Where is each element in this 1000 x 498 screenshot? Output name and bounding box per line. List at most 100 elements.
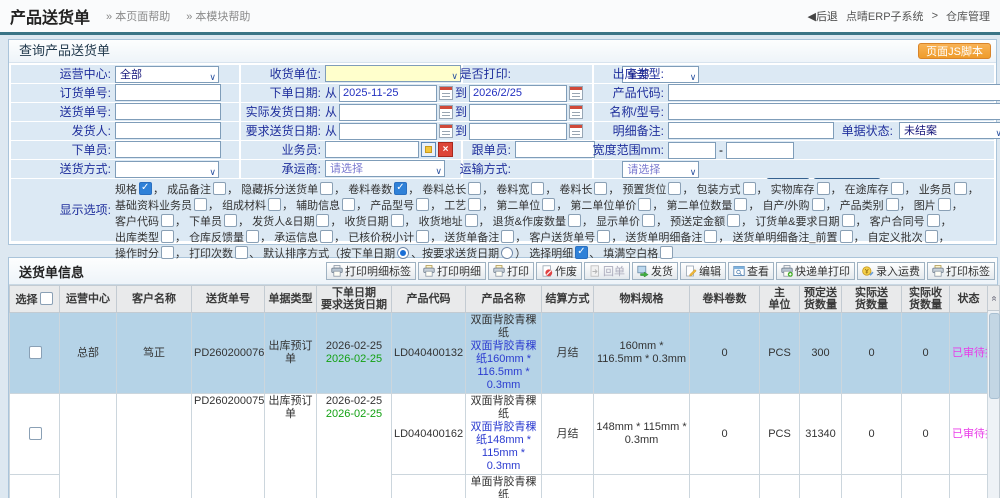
collapse-columns-control[interactable]: «	[988, 285, 1000, 311]
display-option-checkbox[interactable]	[316, 214, 329, 227]
display-option-checkbox[interactable]	[704, 230, 717, 243]
detail-note-input[interactable]	[668, 122, 834, 139]
display-option-checkbox[interactable]	[139, 182, 152, 195]
breadcrumb-module[interactable]: 仓库管理	[946, 8, 990, 24]
display-option-checkbox[interactable]	[568, 214, 581, 227]
order-clerk-input[interactable]	[115, 141, 221, 158]
display-option-checkbox[interactable]	[927, 214, 940, 227]
print-detail-label-button[interactable]: 打印明细标签	[326, 262, 416, 280]
row-checkbox[interactable]	[29, 427, 42, 440]
delivery-no-input[interactable]	[115, 103, 221, 120]
display-option-checkbox[interactable]	[246, 230, 259, 243]
display-option-checkbox[interactable]	[416, 230, 429, 243]
display-option-checkbox[interactable]	[342, 198, 355, 211]
display-option-checkbox[interactable]	[235, 246, 248, 259]
transport-select[interactable]: 请选择∨	[622, 161, 699, 178]
receipt-button[interactable]: 回单	[584, 262, 630, 280]
actual-ship-from-input[interactable]	[339, 104, 437, 121]
display-option-checkbox[interactable]	[213, 182, 226, 195]
ship-button[interactable]: 发货	[632, 262, 678, 280]
display-option-checkbox[interactable]	[938, 198, 951, 211]
display-option-checkbox[interactable]	[531, 182, 544, 195]
page-js-script-button[interactable]: 页面JS脚本	[918, 43, 991, 59]
carrier-select[interactable]: 请选择∨	[325, 160, 445, 177]
shipper-input[interactable]	[115, 122, 221, 139]
display-option-checkbox[interactable]	[642, 214, 655, 227]
table-row[interactable]: 总部 笃正 PD260200076 出库预订单 2026-02-252026-0…	[10, 313, 988, 394]
width-max-input[interactable]	[726, 142, 794, 159]
req-date-from-input[interactable]	[339, 123, 437, 140]
width-min-input[interactable]	[668, 142, 716, 159]
order-date-from-input[interactable]	[339, 85, 437, 102]
express-print-button[interactable]: 快递单打印	[776, 262, 855, 280]
receiver-select[interactable]: ∨	[325, 65, 461, 82]
scrollbar-thumb[interactable]	[989, 313, 1000, 399]
module-help-link[interactable]: » 本模块帮助	[186, 8, 250, 24]
row-checkbox[interactable]	[29, 346, 42, 359]
display-option-checkbox[interactable]	[668, 182, 681, 195]
enter-freight-button[interactable]: 录入运费	[857, 262, 925, 280]
fill-blank-checkbox[interactable]	[660, 246, 673, 259]
display-option-checkbox[interactable]	[727, 214, 740, 227]
select-all-checkbox[interactable]	[40, 292, 53, 305]
select-detail-checkbox[interactable]	[575, 246, 588, 259]
op-center-select[interactable]: 全部∨	[115, 66, 219, 83]
delivery-method-select[interactable]: ∨	[115, 161, 219, 178]
order-no-input[interactable]	[115, 84, 221, 101]
display-option-checkbox[interactable]	[840, 230, 853, 243]
product-spec-link[interactable]: 双面背胶青稞纸160mm * 116.5mm * 0.3mm	[468, 340, 539, 392]
product-spec-link[interactable]: 双面背胶青稞纸148mm * 115mm * 0.3mm	[468, 421, 539, 473]
display-option-checkbox[interactable]	[468, 182, 481, 195]
page-help-link[interactable]: » 本页面帮助	[106, 8, 170, 24]
display-option-checkbox[interactable]	[320, 182, 333, 195]
display-option-checkbox[interactable]	[743, 182, 756, 195]
product-code-input[interactable]	[668, 84, 1000, 101]
display-option-checkbox[interactable]	[161, 230, 174, 243]
sort-by-order-date-radio[interactable]	[397, 247, 409, 259]
display-option-checkbox[interactable]	[320, 230, 333, 243]
order-date-to-input[interactable]	[469, 85, 567, 102]
display-option-checkbox[interactable]	[842, 214, 855, 227]
display-option-checkbox[interactable]	[817, 182, 830, 195]
req-date-to-input[interactable]	[469, 123, 567, 140]
calendar-icon[interactable]	[439, 86, 453, 100]
void-button[interactable]: 作废	[536, 262, 582, 280]
table-row[interactable]: PD260200075 出库预订单 2026-02-252026-02-25 L…	[10, 394, 988, 475]
display-option-checkbox[interactable]	[465, 214, 478, 227]
display-option-checkbox[interactable]	[224, 214, 237, 227]
print-button[interactable]: 打印	[488, 262, 534, 280]
salesman-input[interactable]	[325, 141, 419, 158]
display-option-checkbox[interactable]	[542, 198, 555, 211]
display-option-checkbox[interactable]	[161, 214, 174, 227]
edit-button[interactable]: 编辑	[680, 262, 726, 280]
display-option-checkbox[interactable]	[925, 230, 938, 243]
back-button[interactable]: ◀后退	[807, 8, 837, 24]
calendar-icon[interactable]	[439, 105, 453, 119]
name-model-input[interactable]	[668, 103, 1000, 120]
display-option-checkbox[interactable]	[597, 230, 610, 243]
scrollbar-track[interactable]	[988, 311, 1000, 498]
display-option-checkbox[interactable]	[812, 198, 825, 211]
breadcrumb-system[interactable]: 点晴ERP子系统	[846, 8, 924, 24]
print-detail-button[interactable]: 打印明细	[418, 262, 486, 280]
view-button[interactable]: 查看	[728, 262, 774, 280]
display-option-checkbox[interactable]	[501, 230, 514, 243]
print-label-button[interactable]: 打印标签	[927, 262, 995, 280]
sort-by-req-date-radio[interactable]	[501, 247, 513, 259]
calendar-icon[interactable]	[439, 124, 453, 138]
display-option-checkbox[interactable]	[416, 198, 429, 211]
actual-ship-to-input[interactable]	[469, 104, 567, 121]
display-option-checkbox[interactable]	[391, 214, 404, 227]
display-option-checkbox[interactable]	[891, 182, 904, 195]
lookup-icon[interactable]	[421, 142, 436, 157]
display-option-checkbox[interactable]	[268, 198, 281, 211]
display-option-checkbox[interactable]	[638, 198, 651, 211]
display-option-checkbox[interactable]	[594, 182, 607, 195]
display-option-checkbox[interactable]	[886, 198, 899, 211]
display-option-checkbox[interactable]	[394, 182, 407, 195]
display-option-checkbox[interactable]	[194, 198, 207, 211]
display-option-checkbox[interactable]	[468, 198, 481, 211]
display-option-checkbox[interactable]	[734, 198, 747, 211]
display-option-checkbox[interactable]	[161, 246, 174, 259]
doc-status-select[interactable]: 未结案∨	[899, 122, 1000, 139]
